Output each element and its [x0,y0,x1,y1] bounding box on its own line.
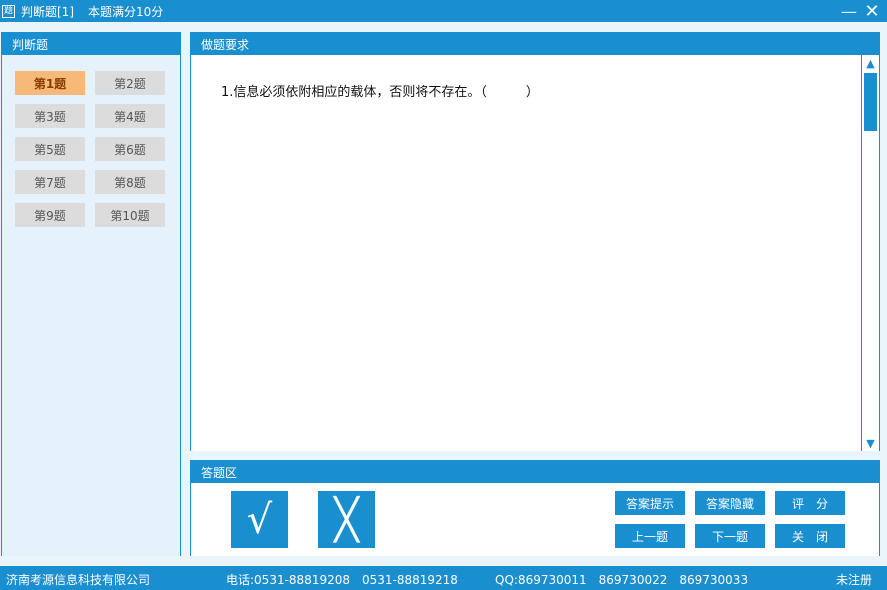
question-7-button[interactable]: 第7题 [15,170,85,194]
minimize-icon[interactable]: — [838,0,860,22]
answer-title: 答题区 [191,461,879,483]
close-icon[interactable]: ✕ [861,0,883,22]
phone-info: 电话:0531-88819208 0531-88819218 [226,573,458,587]
question-4-button[interactable]: 第4题 [95,104,165,128]
question-6-button[interactable]: 第6题 [95,137,165,161]
true-answer-button[interactable]: √ [231,491,288,548]
workspace: 判断题 第1题 第2题 第3题 第4题 第5题 第6题 第7题 第8题 第9题 … [0,22,887,566]
question-10-button[interactable]: 第10题 [95,203,165,227]
scroll-up-icon[interactable]: ▲ [862,55,879,71]
question-3-button[interactable]: 第3题 [15,104,85,128]
question-9-button[interactable]: 第9题 [15,203,85,227]
qq-info: QQ:869730011 869730022 869730033 [495,573,749,587]
scroll-down-icon[interactable]: ▼ [862,435,879,451]
app-icon: 题 [2,4,15,18]
checkmark-icon: √ [246,496,273,543]
false-answer-button[interactable]: ╳ [318,491,375,548]
vertical-scrollbar[interactable]: ▲ ▼ [861,55,879,451]
score-button[interactable]: 评 分 [775,491,845,515]
question-8-button[interactable]: 第8题 [95,170,165,194]
company-name: 济南考源信息科技有限公司 [6,573,151,587]
requirements-title: 做题要求 [191,33,879,55]
answer-panel: 答题区 √ ╳ 答案提示 答案隐藏 评 分 上一题 下一题 关 闭 [190,460,880,556]
previous-question-button[interactable]: 上一题 [615,524,685,548]
question-1-button[interactable]: 第1题 [15,71,85,95]
scroll-thumb[interactable] [864,73,877,131]
answer-area: √ ╳ 答案提示 答案隐藏 评 分 上一题 下一题 关 闭 [191,483,879,556]
question-2-button[interactable]: 第2题 [95,71,165,95]
requirements-panel: 做题要求 1.信息必须依附相应的载体，否则将不存在。（ ） ▲ ▼ [190,32,880,451]
question-list-title: 判断题 [2,33,180,55]
next-question-button[interactable]: 下一题 [695,524,765,548]
question-list: 第1题 第2题 第3题 第4题 第5题 第6题 第7题 第8题 第9题 第10题 [2,55,180,556]
question-list-panel: 判断题 第1题 第2题 第3题 第4题 第5题 第6题 第7题 第8题 第9题 … [1,32,181,556]
cross-icon: ╳ [334,496,359,543]
status-bar: 济南考源信息科技有限公司 电话:0531-88819208 0531-88819… [0,566,887,590]
answer-hide-button[interactable]: 答案隐藏 [695,491,765,515]
close-button[interactable]: 关 闭 [775,524,845,548]
question-content: 1.信息必须依附相应的载体，否则将不存在。（ ） ▲ ▼ [191,55,879,451]
question-text: 1.信息必须依附相应的载体，否则将不存在。（ ） [221,85,539,100]
question-5-button[interactable]: 第5题 [15,137,85,161]
score-info: 本题满分10分 [88,4,164,19]
answer-hint-button[interactable]: 答案提示 [615,491,685,515]
registration-status: 未注册 [836,573,873,587]
title-bar: 题 判断题[1] 本题满分10分 — ✕ [0,0,887,22]
window-title: 判断题[1] [21,4,74,19]
